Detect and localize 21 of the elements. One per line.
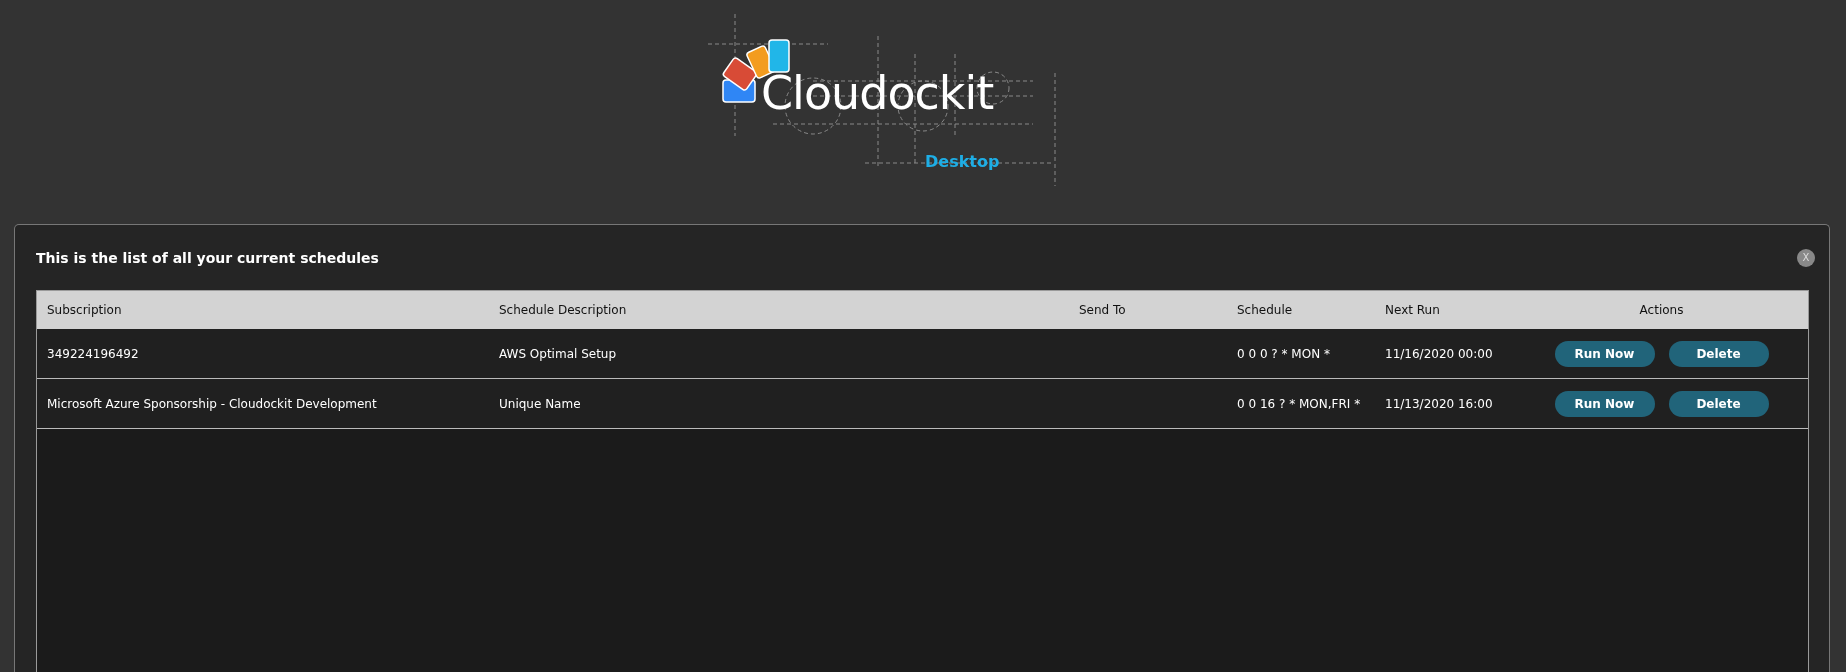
table-cell-text: 0 0 16 ? * MON,FRI * xyxy=(1236,396,1362,411)
delete-button[interactable]: Delete xyxy=(1668,340,1769,367)
table-cell-text: AWS Optimal Setup xyxy=(498,346,618,361)
column-header: Send To xyxy=(1079,303,1127,317)
table-cell-text: Unique Name xyxy=(498,396,582,411)
column-header: Actions xyxy=(1638,303,1685,317)
table-cell-text: 0 0 0 ? * MON * xyxy=(1236,346,1331,361)
run-now-button[interactable]: Run Now xyxy=(1554,340,1655,367)
table-cell-text: Microsoft Azure Sponsorship - Cloudockit Development xyxy=(46,396,378,411)
logo-subtitle: Desktop xyxy=(925,152,1000,171)
table-cell-text: 11/16/2020 00:00 xyxy=(1384,346,1494,361)
column-header: Subscription xyxy=(46,303,123,317)
run-now-button[interactable]: Run Now xyxy=(1554,390,1655,417)
column-header: Schedule Description xyxy=(498,303,628,317)
column-header: Schedule xyxy=(1236,303,1294,317)
delete-button[interactable]: Delete xyxy=(1668,390,1769,417)
logo-wordmark: Cloudockit xyxy=(761,68,994,118)
table-cell-text: 11/13/2020 16:00 xyxy=(1384,396,1494,411)
column-header: Next Run xyxy=(1384,303,1441,317)
panel-title: This is the list of all your current schedules xyxy=(36,249,379,266)
table-cell-text: 349224196492 xyxy=(46,346,140,361)
